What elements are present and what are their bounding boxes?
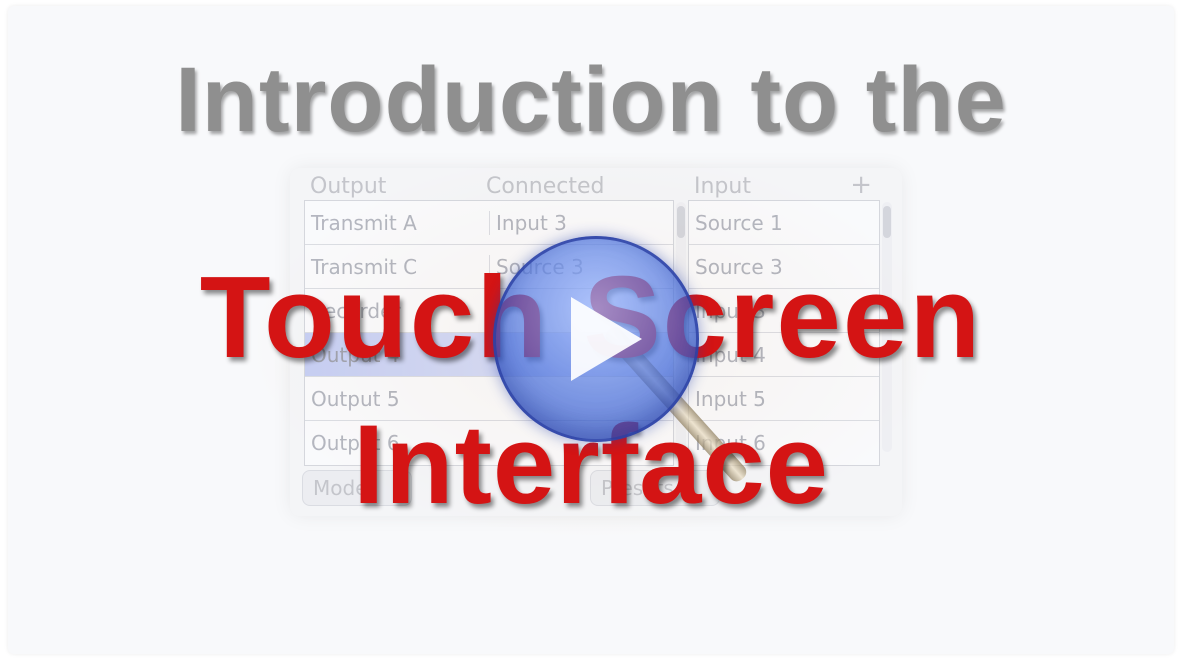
output-cell: Transmit A	[311, 210, 417, 235]
play-icon	[571, 297, 642, 381]
connected-cell: Input 3	[489, 210, 673, 235]
video-title-line1: Introduction to the	[175, 49, 1007, 151]
list-item: Source 1	[689, 201, 879, 245]
input-column-header: Input	[694, 174, 751, 199]
input-cell: Source 1	[695, 210, 783, 235]
connected-column-header: Connected	[486, 174, 605, 199]
play-button[interactable]	[493, 236, 699, 442]
output-column-header: Output	[310, 174, 387, 199]
add-icon: +	[850, 170, 872, 200]
